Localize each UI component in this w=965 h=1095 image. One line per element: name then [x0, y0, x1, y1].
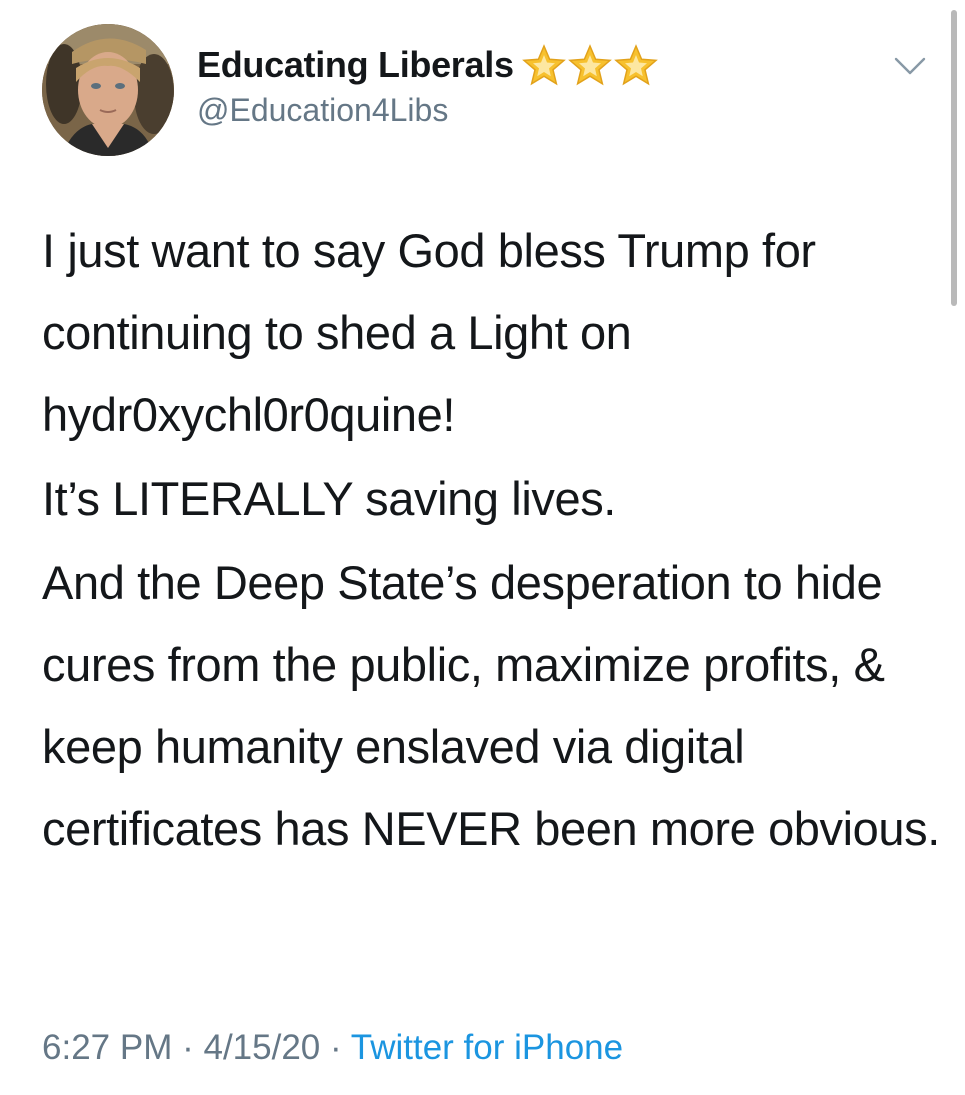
badge-stars: [521, 44, 658, 86]
star-icon: [613, 44, 658, 86]
tweet-paragraph: And the Deep State’s desperation to hide…: [42, 556, 940, 855]
tweet-source-link[interactable]: Twitter for iPhone: [351, 1028, 623, 1067]
star-icon: [521, 44, 566, 86]
star-icon: [567, 44, 612, 86]
tweet-paragraph: I just want to say God bless Trump for c…: [42, 224, 816, 441]
display-name-text[interactable]: Educating Liberals: [197, 44, 514, 86]
meta-separator: ·: [182, 1028, 194, 1067]
tweet-date[interactable]: 4/15/20: [203, 1028, 320, 1067]
meta-separator: ·: [330, 1028, 342, 1067]
chevron-down-icon[interactable]: [893, 54, 927, 78]
scrollbar[interactable]: [951, 10, 957, 306]
avatar[interactable]: [42, 24, 174, 156]
tweet-paragraph: It’s LITERALLY saving lives.: [42, 472, 616, 525]
tweet-meta: 6:27 PM · 4/15/20 · Twitter for iPhone: [42, 1028, 623, 1068]
tweet: Educating Liberals @Education4Libs I jus…: [0, 0, 965, 1095]
user-handle[interactable]: @Education4Libs: [197, 92, 448, 129]
tweet-time[interactable]: 6:27 PM: [42, 1028, 172, 1067]
tweet-text: I just want to say God bless Trump for c…: [42, 210, 942, 870]
display-name[interactable]: Educating Liberals: [197, 44, 658, 86]
